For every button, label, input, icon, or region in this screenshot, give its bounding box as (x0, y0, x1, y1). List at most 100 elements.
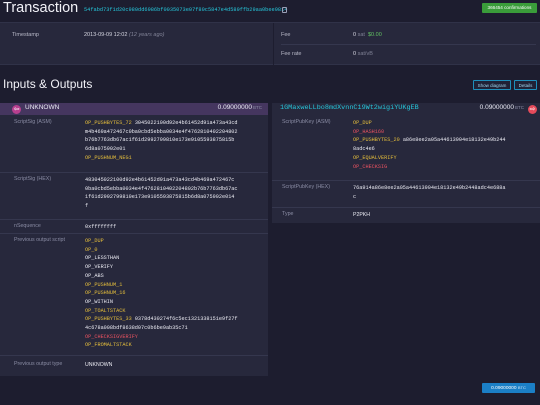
fee-sat: 0 (353, 32, 357, 38)
txid-text[interactable]: 54fabd73f1d20c980dd6986bf0035073e07f80c5… (84, 7, 287, 13)
opcode: OP_LESSTHAN (85, 255, 120, 262)
confirmations-badge: 366454 confirmations (482, 3, 537, 13)
nsequence-row: nSequence 0xffffffff (0, 219, 268, 233)
script-line: OP_PUSHBYTES_72 3045022100d92e4b61452d91… (85, 119, 238, 128)
spk-asm-value: OP_DUP OP_HASH160 OP_PUSHBYTES_20 a86e8ee2… (353, 119, 506, 171)
script-line: OP_VERIFY (85, 263, 238, 272)
summary-divider (273, 23, 274, 66)
fee-value: 0 sat $0.00 (353, 27, 382, 44)
scriptsig-hex-label: ScriptSig (HEX) (14, 176, 52, 182)
prevout-type-value: UNKNOWN (85, 362, 113, 368)
output-header[interactable]: 1GMaxweLLbo8mdXvnnC19Wt2wigiYUKgEB 0.090… (272, 103, 540, 115)
fee-rate-number: 0 (353, 51, 357, 57)
script-line: OP_TOALTSTACK (85, 307, 238, 316)
scriptsig-asm-label: ScriptSig (ASM) (14, 119, 52, 125)
timestamp-date: 2013-09-09 12:02 (84, 32, 128, 38)
input-amount: 0.09000000BTC (218, 104, 262, 111)
script-data: 8adc4e6 (353, 146, 375, 153)
input-amount-value: 0.09000000 (217, 104, 252, 111)
nsequence-value: 0xffffffff (85, 224, 117, 230)
script-line: m4b469a472467c0ba0cbd5ebba0034e4f4762810… (85, 128, 238, 137)
prevout-type-label: Previous output type (14, 361, 63, 367)
opcode: OP_HASH160 (353, 128, 385, 135)
nsequence-label: nSequence (14, 223, 41, 229)
opcode: OP_TOALTSTACK (85, 307, 126, 314)
script-data: 4c678a008bdf8638d07c0b6be9ab35c71 (85, 325, 188, 332)
prevout-type-row: Previous output type UNKNOWN (0, 355, 268, 376)
spk-hex-row: ScriptPubKey (HEX) 76a914a86e8ee2a05a446… (272, 180, 540, 207)
input-label: UNKNOWN (25, 104, 60, 111)
script-data: 0378d430274f6c5ec1321338151e9f27f (131, 316, 238, 323)
scriptsig-hex-row: ScriptSig (HEX) 483045022100d92e4b61452d… (0, 172, 268, 219)
input-panel: ⇦ UNKNOWN 0.09000000BTC ScriptSig (ASM) … (0, 103, 268, 376)
script-data: 6d8a075902e01 (85, 146, 126, 153)
script-data: 3045022100d92e4b61452d91a473a43cd (131, 120, 238, 126)
opcode: OP_PUSHNUM_1 (85, 281, 123, 288)
spk-asm-row: ScriptPubKey (ASM) OP_DUP OP_HASH160 OP_PU… (272, 116, 540, 180)
hex-line: c (353, 193, 357, 200)
output-amount-value: 0.09000000 (479, 104, 514, 111)
opcode: OP_DUP (353, 120, 372, 126)
page-title: Transaction (3, 0, 79, 16)
prevout-value: OP_DUP OP_0 OP_LESSTHAN OP_VERIFY OP_ABS OP_P… (85, 237, 238, 350)
script-line: OP_CHECKSIGVERIFY (85, 333, 238, 342)
opcode: OP_ABS (85, 272, 104, 279)
output-amount-unit: BTC (515, 105, 524, 110)
hex-line: 76a914a86e8ee2a05a44613904e18132e49b2448… (353, 185, 506, 191)
opcode: OP_PUSHNUM_NEG1 (85, 154, 132, 161)
hex-line: 1f61d2992799810e173e9105593875815b6d8a07… (85, 194, 235, 201)
opcode: OP_0 (85, 246, 98, 253)
spk-hex-label: ScriptPubKey (HEX) (282, 184, 330, 190)
summary-panel: Timestamp 2013-09-09 12:02 (12 years ago… (0, 22, 540, 66)
timestamp-value: 2013-09-09 12:02 (12 years ago) (84, 27, 164, 44)
script-line: OP_DUP (353, 119, 506, 128)
script-line: OP_EQUALVERIFY (353, 154, 506, 163)
input-header[interactable]: ⇦ UNKNOWN 0.09000000BTC (0, 103, 268, 115)
scriptsig-hex-value: 483045022100d92e4b61452d91a473a43cd4b469… (85, 176, 238, 211)
script-line: 4c678a008bdf8638d07c0b6be9ab35c71 (85, 324, 238, 333)
fee-rate-label: Fee rate (281, 51, 302, 57)
scriptsig-asm-row: ScriptSig (ASM) OP_PUSHBYTES_72 30450221… (0, 116, 268, 172)
timestamp-label: Timestamp (12, 32, 39, 38)
opcode: OP_CHECKSIG (353, 163, 388, 170)
script-line: OP_PUSHNUM_16 (85, 289, 238, 298)
script-line: OP_PUSHNUM_1 (85, 281, 238, 290)
opcode: OP_EQUALVERIFY (353, 154, 397, 161)
fee-rate-unit: sat/vB (357, 51, 373, 57)
output-amount: 0.09000000BTC (480, 104, 524, 111)
prevout-label: Previous output script (14, 237, 65, 243)
opcode: OP_VERIFY (85, 264, 114, 271)
show-diagram-button[interactable]: Show diagram (473, 80, 511, 90)
script-line: 6d8a075902e01 (85, 145, 238, 154)
arrow-left-icon[interactable]: ⇦ (12, 105, 21, 114)
arrow-right-icon[interactable]: ⇨ (528, 105, 537, 114)
script-line: b76b7763db67ac1f61d2992799810e173e910559… (85, 136, 238, 145)
details-button[interactable]: Details (514, 80, 537, 90)
fee-rate-value: 0 sat/vB (353, 46, 373, 63)
opcode: OP_WITHIN (85, 298, 114, 305)
output-address[interactable]: 1GMaxweLLbo8mdXvnnC19Wt2wigiYUKgEB (280, 104, 419, 112)
type-label: Type (282, 211, 294, 217)
opcode: OP_PUSHBYTES_33 (85, 316, 132, 323)
prevout-row: Previous output script OP_DUP OP_0 OP_LESS… (0, 233, 268, 355)
opcode: OP_PUSHBYTES_20 (353, 137, 400, 144)
fee-divider (281, 44, 536, 45)
fee-usd: $0.00 (368, 32, 382, 38)
copy-icon[interactable] (282, 6, 287, 13)
timestamp-ago: (12 years ago) (128, 32, 165, 38)
fee-row: Fee 0 sat $0.00 (281, 27, 531, 44)
spk-asm-label: ScriptPubKey (ASM) (282, 119, 331, 125)
type-value: P2PKH (353, 212, 371, 218)
timestamp-row: Timestamp 2013-09-09 12:02 (12 years ago… (12, 27, 262, 44)
fee-rate-row: Fee rate 0 sat/vB (281, 46, 531, 63)
script-line: OP_LESSTHAN (85, 254, 238, 263)
opcode: OP_CHECKSIGVERIFY (85, 333, 138, 340)
input-amount-unit: BTC (253, 105, 262, 110)
scriptsig-asm-value: OP_PUSHBYTES_72 3045022100d92e4b61452d91… (85, 119, 238, 163)
type-row: Type P2PKH (272, 207, 540, 223)
fee-label: Fee (281, 32, 291, 38)
script-line: OP_WITHIN (85, 298, 238, 307)
total-value: 0.09000000 (491, 386, 517, 391)
total-unit: BTC (517, 385, 526, 390)
hex-line: 483045022100d92e4b61452d91a473a43cd4b469… (85, 177, 235, 183)
